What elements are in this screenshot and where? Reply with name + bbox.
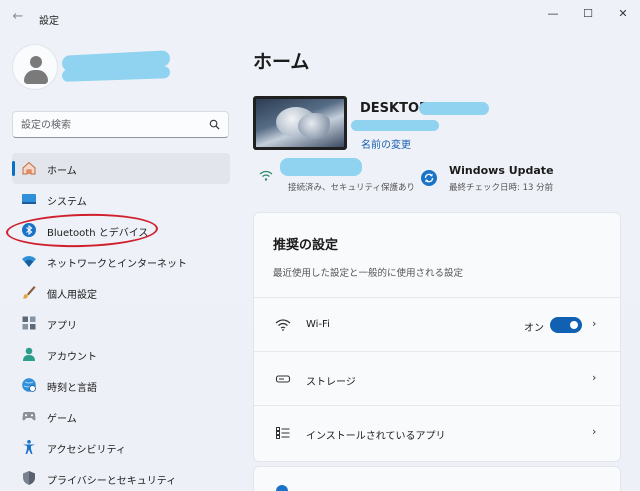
sidebar-item-personalization[interactable]: 個人用設定 <box>12 277 230 308</box>
bluetooth-icon <box>22 223 36 237</box>
sidebar-item-system[interactable]: システム <box>12 184 230 215</box>
wifi-status-icon <box>259 170 273 181</box>
card-title: 推奨の設定 <box>273 238 339 253</box>
installed-apps-icon <box>276 427 290 439</box>
device-wallpaper-thumbnail <box>253 96 347 150</box>
row-label: Wi-Fi <box>306 319 330 330</box>
installed-apps-row[interactable]: インストールされているアプリ › <box>254 405 620 459</box>
title-bar: ← 設定 — ☐ ✕ <box>0 0 640 34</box>
back-arrow-icon[interactable]: ← <box>10 9 26 25</box>
row-label: ストレージ <box>306 377 356 388</box>
sidebar-item-label: ネットワークとインターネット <box>47 259 187 270</box>
sidebar-item-home[interactable]: ホーム <box>12 153 230 184</box>
sidebar-item-label: システム <box>47 197 87 208</box>
chevron-right-icon: › <box>592 317 597 330</box>
gaming-icon <box>22 412 36 421</box>
sidebar-item-network[interactable]: ネットワークとインターネット <box>12 246 230 277</box>
windows-update-icon[interactable] <box>421 170 437 186</box>
page-title: ホーム <box>253 51 310 73</box>
sidebar-item-label: ホーム <box>47 166 77 177</box>
chevron-right-icon: › <box>592 425 597 438</box>
wifi-icon <box>275 319 291 331</box>
apps-icon <box>22 316 36 330</box>
sidebar-item-label: プライバシーとセキュリティ <box>47 476 177 487</box>
storage-icon <box>275 375 291 383</box>
sidebar-item-label: ゲーム <box>47 414 77 425</box>
wifi-toggle-state: オン <box>524 323 544 334</box>
sidebar-item-label: 時刻と言語 <box>47 383 97 394</box>
redacted-network-name <box>280 158 362 176</box>
sidebar-item-label: アカウント <box>47 352 97 363</box>
app-title: 設定 <box>39 16 59 27</box>
sidebar-item-bluetooth[interactable]: Bluetooth とデバイス <box>12 215 230 246</box>
sidebar-item-label: アクセシビリティ <box>47 445 126 456</box>
recommended-settings-card: 推奨の設定 最近使用した設定と一般的に使用される設定 Wi-Fi オン › スト… <box>253 212 621 462</box>
redacted-device-line <box>351 120 439 131</box>
next-card <box>253 466 621 491</box>
sidebar-item-privacy[interactable]: プライバシーとセキュリティ <box>12 463 230 491</box>
close-button[interactable]: ✕ <box>611 5 635 23</box>
personalization-brush-icon <box>23 286 36 299</box>
sidebar-item-label: アプリ <box>47 321 77 332</box>
sidebar-item-apps[interactable]: アプリ <box>12 308 230 339</box>
accessibility-icon <box>23 440 35 454</box>
wifi-row[interactable]: Wi-Fi オン › <box>254 297 620 351</box>
settings-window: ← 設定 — ☐ ✕ ホーム <box>0 0 640 491</box>
cloud-icon <box>276 485 288 491</box>
maximize-button[interactable]: ☐ <box>576 5 600 23</box>
chevron-right-icon: › <box>592 371 597 384</box>
windows-update-title[interactable]: Windows Update <box>449 164 554 177</box>
time-language-icon <box>22 378 36 392</box>
search-box[interactable] <box>12 111 229 138</box>
sidebar-item-accessibility[interactable]: アクセシビリティ <box>12 432 230 463</box>
rename-link[interactable]: 名前の変更 <box>361 136 411 151</box>
network-status: 接続済み、セキュリティ保護あり <box>288 183 415 193</box>
search-icon <box>209 119 220 130</box>
search-input[interactable] <box>21 117 201 133</box>
sidebar-nav: ホーム システム Bluetooth とデバイス ネットワークとインターネット <box>12 153 230 491</box>
minimize-button[interactable]: — <box>541 5 565 23</box>
home-icon <box>22 161 36 175</box>
network-icon <box>22 256 36 267</box>
avatar[interactable] <box>12 44 58 90</box>
row-label: インストールされているアプリ <box>306 431 446 442</box>
sidebar-item-accounts[interactable]: アカウント <box>12 339 230 370</box>
active-indicator <box>12 161 15 176</box>
sidebar-item-label: Bluetooth とデバイス <box>47 228 149 239</box>
redacted-email <box>61 66 171 82</box>
sidebar-item-label: 個人用設定 <box>47 290 97 301</box>
redacted-device-suffix <box>419 102 489 115</box>
storage-row[interactable]: ストレージ › <box>254 351 620 405</box>
card-subtitle: 最近使用した設定と一般的に使用される設定 <box>273 268 464 279</box>
account-icon <box>23 347 35 361</box>
sidebar-item-gaming[interactable]: ゲーム <box>12 401 230 432</box>
system-icon <box>22 194 36 204</box>
wifi-toggle[interactable] <box>550 317 582 333</box>
privacy-shield-icon <box>23 471 35 485</box>
windows-update-last-checked: 最終チェック日時: 13 分前 <box>449 183 554 193</box>
sidebar-item-time-language[interactable]: 時刻と言語 <box>12 370 230 401</box>
